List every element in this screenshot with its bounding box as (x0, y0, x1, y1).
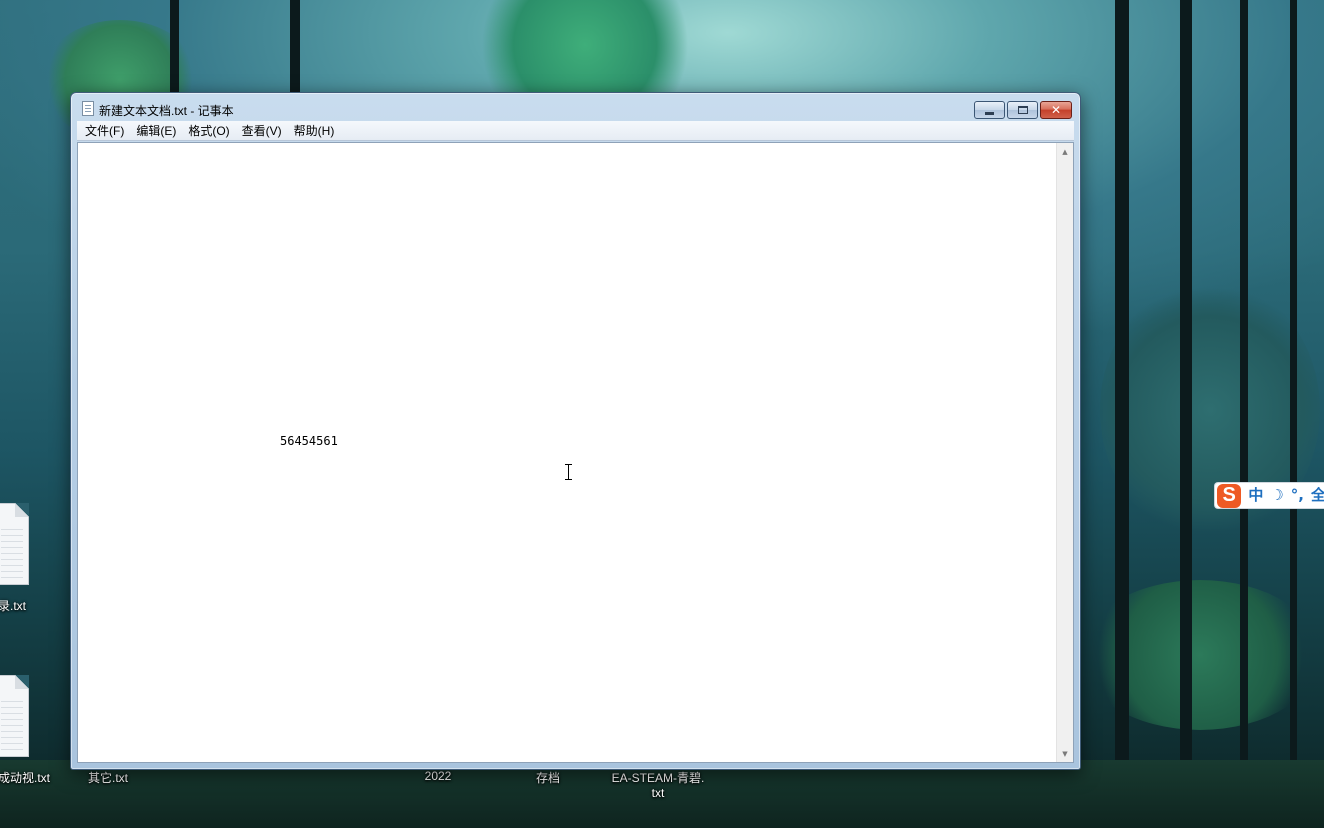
scroll-down-arrow-icon[interactable]: ▼ (1057, 745, 1073, 762)
minimize-icon (985, 111, 994, 115)
window-title: 新建文本文档.txt - 记事本 (99, 104, 234, 118)
wallpaper-tree (1290, 0, 1297, 780)
ime-mode-toggle[interactable]: 中 (1248, 488, 1263, 503)
close-icon: ✕ (1050, 103, 1062, 117)
text-file-icon (0, 503, 29, 585)
desktop-folder-icon[interactable]: 2022 (410, 769, 466, 785)
desktop-file-label: 其它.txt (87, 771, 128, 785)
maximize-icon (1017, 106, 1028, 114)
desktop-folder-label: 2022 (424, 769, 452, 783)
close-button[interactable]: ✕ (1040, 101, 1072, 119)
ibeam-cursor-icon (565, 464, 572, 480)
desktop-file-icon[interactable]: 成动视.txt (0, 675, 52, 787)
menu-view[interactable]: 查看(V) (236, 122, 288, 140)
ime-toolbar[interactable]: S 中 ☽ °, 全 (1214, 482, 1324, 509)
desktop-file-icon[interactable]: 录.txt (0, 503, 40, 618)
menu-file[interactable]: 文件(F) (79, 122, 130, 140)
ime-fullwidth-toggle[interactable]: 全 (1311, 488, 1324, 503)
maximize-button[interactable] (1007, 101, 1038, 119)
minimize-button[interactable] (974, 101, 1005, 119)
desktop-folder-icon[interactable]: 存档 (520, 769, 576, 785)
wallpaper-tree (170, 0, 179, 100)
menu-help[interactable]: 帮助(H) (288, 122, 341, 140)
vertical-scrollbar[interactable]: ▲ ▼ (1056, 143, 1073, 762)
text-file-icon (0, 675, 29, 757)
desktop-file-label-line2: txt (651, 786, 665, 800)
desktop-file-label: EA-STEAM-青碧. (611, 771, 705, 785)
text-editor[interactable]: 56454561 ▲ ▼ (77, 142, 1074, 763)
wallpaper-tree (1115, 0, 1129, 780)
editor-content: 56454561 (280, 434, 338, 448)
desktop-folder-label: 存档 (535, 771, 560, 785)
desktop-file-label: 成动视.txt (0, 771, 51, 785)
desktop-file-icon[interactable]: 其它.txt (80, 769, 136, 785)
notepad-window[interactable]: 新建文本文档.txt - 记事本 ✕ 文件(F) 编辑(E) 格式(O) 查看(… (70, 92, 1081, 770)
title-bar[interactable]: 新建文本文档.txt - 记事本 ✕ (71, 93, 1080, 123)
wallpaper-tree (1240, 0, 1248, 780)
notepad-icon[interactable] (82, 101, 94, 116)
ime-punctuation-toggle[interactable]: °, (1291, 488, 1304, 503)
wallpaper-tree (290, 0, 300, 100)
menu-format[interactable]: 格式(O) (182, 122, 235, 140)
wallpaper-tree (1180, 0, 1192, 780)
desktop-file-label: 录.txt (0, 599, 27, 613)
scroll-up-arrow-icon[interactable]: ▲ (1057, 143, 1073, 160)
menu-edit[interactable]: 编辑(E) (130, 122, 182, 140)
sogou-logo-icon[interactable]: S (1217, 483, 1242, 508)
menu-bar: 文件(F) 编辑(E) 格式(O) 查看(V) 帮助(H) (77, 121, 1074, 141)
ime-moon-icon[interactable]: ☽ (1270, 488, 1283, 503)
window-controls: ✕ (972, 101, 1072, 119)
desktop-file-icon[interactable]: EA-STEAM-青碧. txt (600, 769, 716, 803)
